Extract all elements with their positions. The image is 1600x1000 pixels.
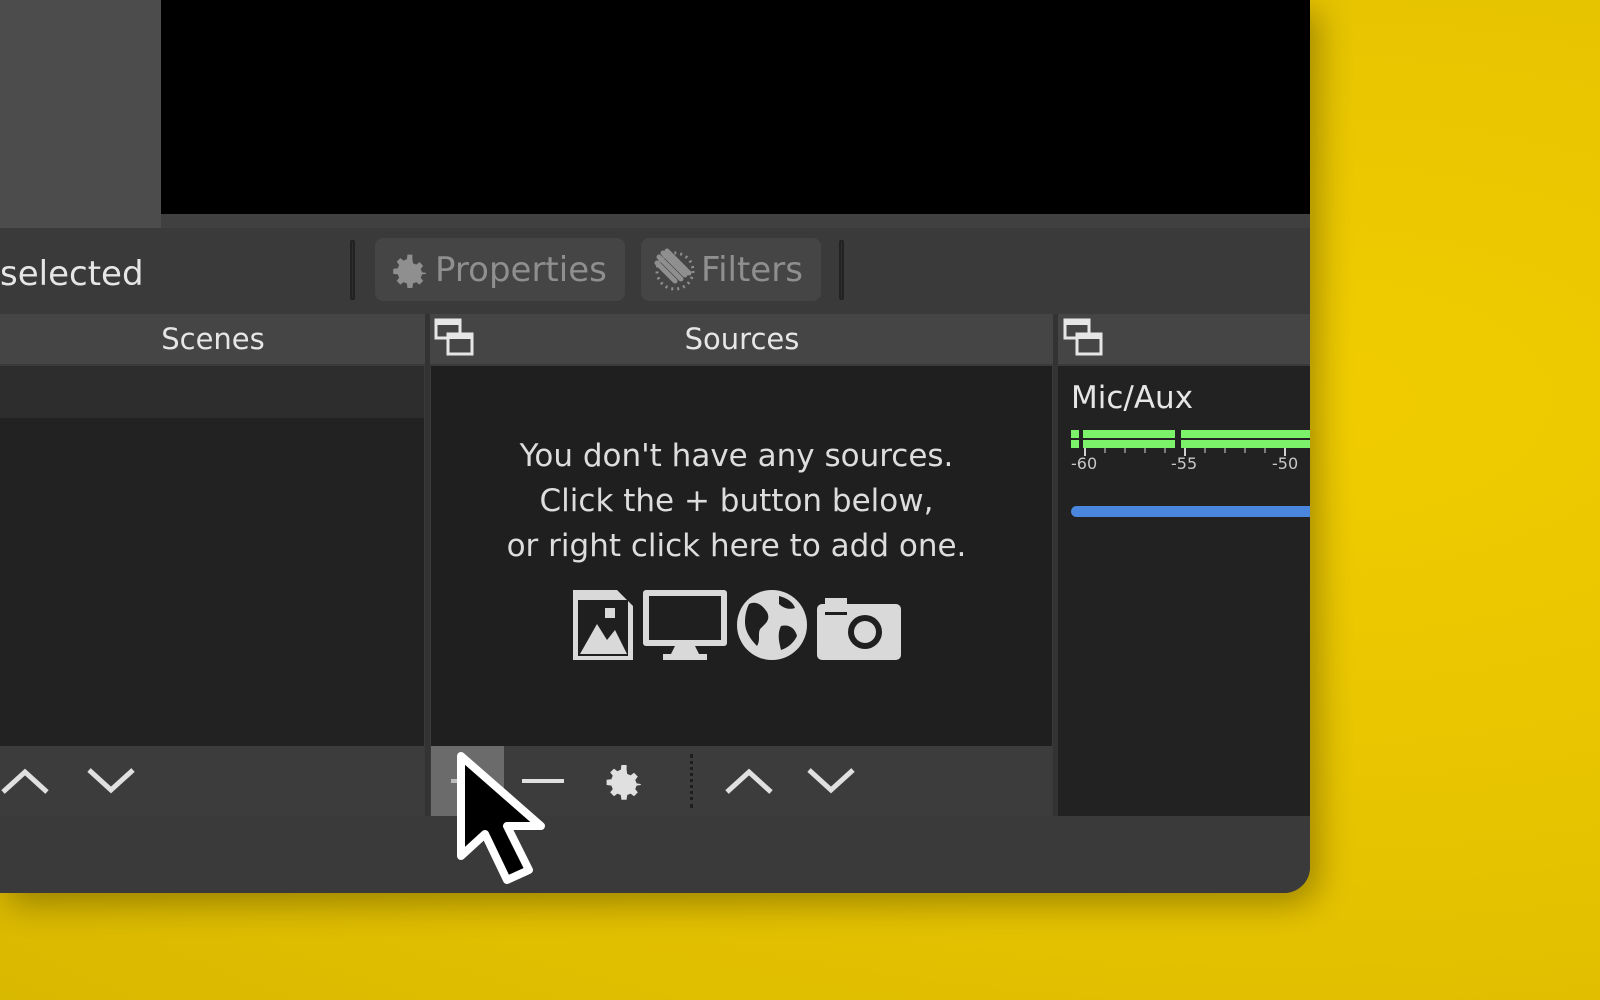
chevron-up-icon — [725, 768, 773, 794]
no-source-selected-label: selected — [0, 254, 144, 294]
filter-icon — [654, 248, 695, 290]
properties-label: Properties — [435, 249, 607, 290]
preview-canvas[interactable] — [161, 0, 1310, 214]
filters-button[interactable]: Filters — [641, 238, 821, 301]
image-icon — [573, 590, 633, 660]
meter-tick-label: -55 — [1171, 454, 1198, 473]
source-properties-button[interactable] — [592, 746, 652, 816]
sources-title-label: Sources — [684, 322, 800, 356]
chevron-down-icon — [807, 768, 855, 794]
source-move-down-button[interactable] — [803, 746, 859, 816]
gear-icon — [393, 254, 427, 288]
scenes-toolbar — [0, 746, 424, 816]
volume-slider[interactable] — [1071, 506, 1310, 517]
scenes-dock-title: Scenes — [0, 314, 426, 364]
sources-empty-message: You don't have any sources. Click the + … — [431, 434, 1052, 569]
window-float-icon — [1063, 318, 1103, 356]
monitor-icon — [643, 590, 727, 660]
context-bar-separator — [350, 240, 355, 300]
mixer-channel-name: Mic/Aux — [1071, 380, 1194, 416]
globe-icon — [737, 590, 807, 660]
empty-message-line: Click the + button below, — [539, 483, 934, 519]
empty-message-line: You don't have any sources. — [519, 438, 954, 474]
sources-list[interactable]: You don't have any sources. Click the + … — [431, 366, 1052, 746]
left-panel-strip — [0, 0, 161, 228]
chevron-up-icon — [1, 768, 49, 794]
context-bar-separator — [839, 240, 844, 300]
gear-icon — [606, 765, 641, 800]
meter-tick-label: -60 — [1071, 454, 1098, 473]
dock-divider — [425, 314, 430, 816]
preview-divider — [161, 214, 1310, 228]
scene-move-down-button[interactable] — [83, 746, 139, 816]
scene-list-item[interactable] — [0, 366, 424, 418]
scenes-list[interactable] — [0, 366, 424, 746]
mouse-cursor-icon — [457, 752, 545, 884]
status-bar — [0, 816, 1310, 893]
scenes-title-label: Scenes — [161, 322, 265, 356]
dock-divider — [1053, 314, 1058, 816]
audio-mixer: Mic/Aux -60 -55 -50 — [1057, 366, 1310, 816]
toolbar-separator — [690, 754, 693, 808]
scene-move-up-button[interactable] — [0, 746, 50, 816]
camera-icon — [817, 598, 901, 660]
undock-mixer-icon[interactable] — [1063, 318, 1103, 362]
empty-message-line: or right click here to add one. — [506, 528, 967, 564]
meter-tick-label: -50 — [1272, 454, 1299, 473]
source-move-up-button[interactable] — [721, 746, 777, 816]
window-float-icon — [434, 318, 474, 356]
filters-label: Filters — [701, 249, 803, 290]
undock-sources-icon[interactable] — [434, 318, 474, 362]
source-type-icons — [571, 588, 909, 662]
sources-dock-title: Sources — [429, 314, 1055, 364]
obs-window: selected Properties Filters Scenes Sourc… — [0, 0, 1310, 893]
properties-button[interactable]: Properties — [375, 238, 625, 301]
chevron-down-icon — [87, 768, 135, 794]
